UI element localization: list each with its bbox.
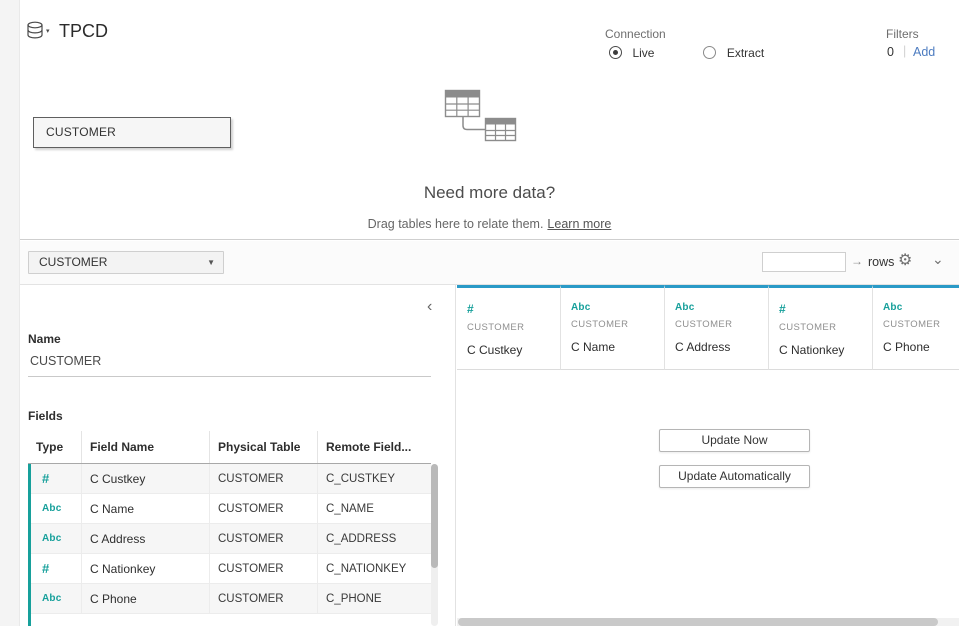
name-section-label: Name xyxy=(28,332,61,346)
grid-scrollbar-thumb[interactable] xyxy=(458,618,938,626)
empty-state-subtitle: Drag tables here to relate them.Learn mo… xyxy=(20,217,959,231)
relate-tables-illustration-icon xyxy=(437,88,529,158)
column-table-name: CUSTOMER xyxy=(883,319,959,330)
filters-count: 0 xyxy=(887,45,894,59)
remote-field-cell: C_CUSTKEY xyxy=(318,464,431,493)
table-row-partial xyxy=(31,614,431,626)
column-table-name: CUSTOMER xyxy=(467,322,560,333)
grid-column-header[interactable]: Abc CUSTOMER C Address xyxy=(665,285,769,370)
field-type-icon: Abc xyxy=(31,494,82,523)
fields-table: Type Field Name Physical Table Remote Fi… xyxy=(28,431,431,626)
data-grid-panel: # CUSTOMER C Custkey Abc CUSTOMER C Name… xyxy=(457,285,959,626)
field-name-cell: C Custkey xyxy=(82,464,210,493)
column-type-icon: Abc xyxy=(883,302,959,313)
field-name-cell: C Nationkey xyxy=(82,554,210,583)
table-selector-dropdown[interactable]: CUSTOMER ▼ xyxy=(28,251,224,274)
physical-table-cell: CUSTOMER xyxy=(210,524,318,553)
radio-live[interactable] xyxy=(609,46,622,59)
relation-canvas: CUSTOMER Need more data? Drag tables her… xyxy=(20,66,959,240)
remote-field-cell: C_NATIONKEY xyxy=(318,554,431,583)
table-row[interactable]: # C Custkey CUSTOMER C_CUSTKEY xyxy=(31,464,431,494)
physical-table-cell: CUSTOMER xyxy=(210,464,318,493)
fields-table-header: Type Field Name Physical Table Remote Fi… xyxy=(28,431,431,464)
column-type-icon: # xyxy=(779,302,872,316)
grid-column-header[interactable]: Abc CUSTOMER C Name xyxy=(561,285,665,370)
table-row[interactable]: # C Nationkey CUSTOMER C_NATIONKEY xyxy=(31,554,431,584)
rows-count-input[interactable] xyxy=(762,252,846,272)
database-menu-caret-icon[interactable]: ▾ xyxy=(46,27,50,35)
fields-col-header-type[interactable]: Type xyxy=(28,431,82,463)
learn-more-link[interactable]: Learn more xyxy=(547,217,611,231)
grid-column-header[interactable]: Abc CUSTOMER C Phone xyxy=(873,285,959,370)
fields-table-rows: # C Custkey CUSTOMER C_CUSTKEY Abc C Nam… xyxy=(28,464,431,626)
grid-column-header[interactable]: # CUSTOMER C Custkey xyxy=(457,285,561,370)
field-type-icon: Abc xyxy=(31,584,82,613)
fields-col-header-remote[interactable]: Remote Field... xyxy=(318,431,431,463)
connection-section-label: Connection xyxy=(605,27,666,41)
grid-horizontal-scrollbar[interactable] xyxy=(457,618,959,626)
filters-add-link[interactable]: Add xyxy=(913,45,935,59)
table-row[interactable]: Abc C Address CUSTOMER C_ADDRESS xyxy=(31,524,431,554)
gear-icon[interactable]: ⚙ xyxy=(898,250,912,270)
field-name-cell: C Phone xyxy=(82,584,210,613)
fields-scrollbar-thumb[interactable] xyxy=(431,464,438,568)
column-type-icon: Abc xyxy=(675,302,768,313)
field-type-icon: # xyxy=(31,554,82,583)
datasource-toolbar: CUSTOMER ▼ → rows ⚙ ⌄ xyxy=(20,241,959,285)
fields-section-label: Fields xyxy=(28,409,63,423)
update-automatically-button[interactable]: Update Automatically xyxy=(659,465,810,488)
tableau-datasource-page: ▾ TPCD Connection Live Extract Filters 0… xyxy=(0,0,959,626)
remote-field-cell: C_PHONE xyxy=(318,584,431,613)
column-field-name: C Name xyxy=(571,340,664,354)
filters-separator: | xyxy=(903,44,906,58)
rows-label: rows xyxy=(868,255,894,269)
radio-extract-label[interactable]: Extract xyxy=(727,46,764,60)
column-field-name: C Custkey xyxy=(467,343,560,357)
left-collapsed-pane xyxy=(0,0,20,626)
column-table-name: CUSTOMER xyxy=(571,319,664,330)
physical-table-cell: CUSTOMER xyxy=(210,584,318,613)
table-name-value[interactable]: CUSTOMER xyxy=(30,354,101,368)
field-type-icon: # xyxy=(31,464,82,493)
caret-down-icon: ▼ xyxy=(207,252,215,273)
remote-field-cell: C_ADDRESS xyxy=(318,524,431,553)
collapse-panel-icon[interactable]: ‹ xyxy=(427,298,432,316)
connection-radio-group: Live Extract xyxy=(609,44,764,59)
database-icon[interactable] xyxy=(25,21,45,40)
filters-section-label: Filters xyxy=(886,27,919,41)
radio-live-label[interactable]: Live xyxy=(632,46,654,60)
column-type-icon: Abc xyxy=(571,302,664,313)
column-field-name: C Phone xyxy=(883,340,959,354)
update-now-button[interactable]: Update Now xyxy=(659,429,810,452)
physical-table-cell: CUSTOMER xyxy=(210,494,318,523)
field-name-cell: C Address xyxy=(82,524,210,553)
column-table-name: CUSTOMER xyxy=(675,319,768,330)
radio-extract[interactable] xyxy=(703,46,716,59)
chevron-down-icon[interactable]: ⌄ xyxy=(932,251,944,268)
physical-table-cell: CUSTOMER xyxy=(210,554,318,583)
column-type-icon: # xyxy=(467,302,560,316)
apply-rows-arrow-icon[interactable]: → xyxy=(851,254,863,268)
fields-col-header-physical[interactable]: Physical Table xyxy=(210,431,318,463)
table-row[interactable]: Abc C Phone CUSTOMER C_PHONE xyxy=(31,584,431,614)
remote-field-cell: C_NAME xyxy=(318,494,431,523)
grid-column-header[interactable]: # CUSTOMER C Nationkey xyxy=(769,285,873,370)
field-type-icon: Abc xyxy=(31,524,82,553)
name-underline xyxy=(28,376,431,377)
fields-vertical-scrollbar[interactable] xyxy=(431,464,438,626)
table-row[interactable]: Abc C Name CUSTOMER C_NAME xyxy=(31,494,431,524)
column-table-name: CUSTOMER xyxy=(779,322,872,333)
datasource-title[interactable]: TPCD xyxy=(59,21,108,42)
data-grid-headers: # CUSTOMER C Custkey Abc CUSTOMER C Name… xyxy=(457,285,959,370)
radio-live-dot xyxy=(613,50,618,55)
field-name-cell: C Name xyxy=(82,494,210,523)
empty-state-subtitle-text: Drag tables here to relate them. xyxy=(368,217,544,231)
logical-table-chip[interactable]: CUSTOMER xyxy=(33,117,231,148)
column-field-name: C Nationkey xyxy=(779,343,872,357)
fields-col-header-name[interactable]: Field Name xyxy=(82,431,210,463)
table-selector-value: CUSTOMER xyxy=(39,255,107,269)
metadata-panel: ‹ Name CUSTOMER Fields Type Field Name P… xyxy=(20,285,456,626)
column-field-name: C Address xyxy=(675,340,768,354)
empty-state-title: Need more data? xyxy=(20,183,959,203)
